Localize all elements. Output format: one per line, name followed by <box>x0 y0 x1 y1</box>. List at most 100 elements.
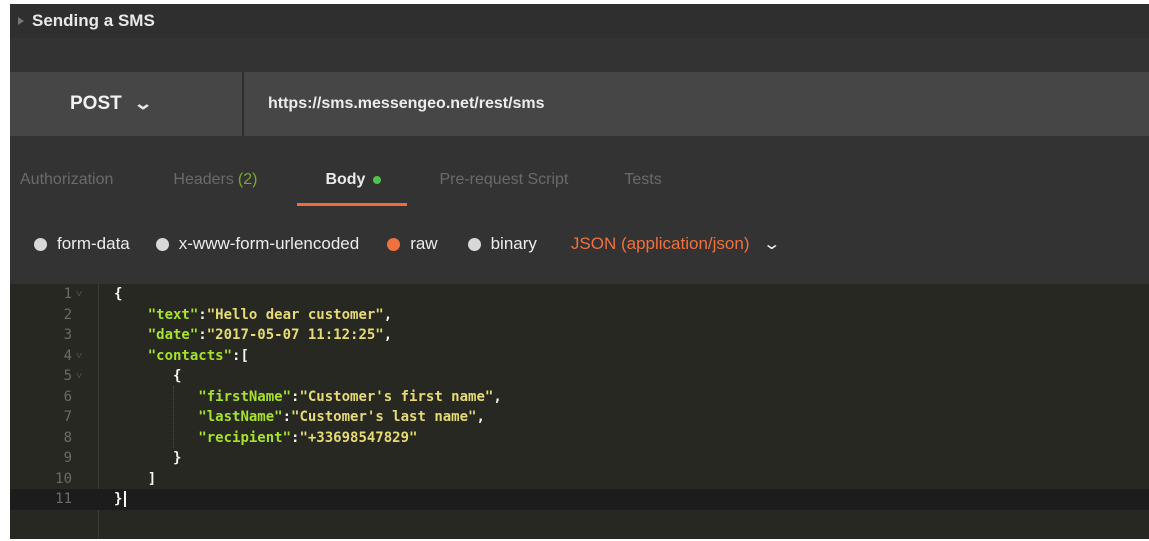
method-dropdown[interactable]: POST ⌄ <box>10 72 242 136</box>
tab-tests[interactable]: Tests <box>624 154 661 206</box>
line-number: 10 <box>55 470 72 487</box>
tab-authorization[interactable]: Authorization <box>20 154 113 206</box>
code-line: 9 } <box>10 448 1149 469</box>
json-punctuation: , <box>476 409 485 425</box>
code-text: "date":"2017-05-07 11:12:25", <box>114 325 392 346</box>
radio-raw[interactable]: raw <box>387 234 438 254</box>
json-key: "text" <box>147 306 199 323</box>
code-text: "contacts":[ <box>114 346 249 367</box>
code-text: { <box>114 284 122 305</box>
tab-pre-request-script[interactable]: Pre-request Script <box>439 154 568 206</box>
code-line: 11} <box>10 489 1149 510</box>
code-editor[interactable]: 1 ˅{2 "text":"Hello dear customer", 3 "dat… <box>10 284 1149 539</box>
json-punctuation: { <box>114 286 123 302</box>
json-punctuation: , <box>383 327 393 343</box>
code-text: } <box>114 448 181 469</box>
body-type-options: form-data x-www-form-urlencoded raw bina… <box>10 216 1149 272</box>
code-line: 6 "firstName":"Customer's first name", <box>10 387 1149 408</box>
code-text: } <box>114 489 127 510</box>
json-string: "Hello dear customer" <box>206 306 384 323</box>
radio-icon <box>467 237 481 251</box>
line-number: 5 <box>63 368 72 384</box>
chevron-down-icon: ⌄ <box>762 236 782 253</box>
json-key: "firstName" <box>198 388 292 405</box>
tab-label: Authorization <box>20 171 114 188</box>
json-punctuation: , <box>383 306 393 323</box>
json-string: "+33698547829" <box>299 429 418 446</box>
tab-headers[interactable]: Headers (2) <box>173 154 257 206</box>
fold-toggle-icon[interactable]: ˅ <box>76 366 82 387</box>
request-tabs: Authorization Headers (2) Body Pre-reque… <box>10 154 1149 206</box>
json-punctuation: : <box>282 409 292 425</box>
json-punctuation: : <box>198 306 207 323</box>
url-input[interactable]: https://sms.messengeo.net/rest/sms <box>244 72 1149 136</box>
line-number: 11 <box>55 491 72 507</box>
json-key: "recipient" <box>198 429 292 446</box>
radio-label: binary <box>490 234 537 253</box>
radio-icon <box>34 237 47 251</box>
line-number: 2 <box>63 306 72 323</box>
json-key: "date" <box>147 327 199 343</box>
json-key: "lastName" <box>198 409 283 425</box>
radio-label: form-data <box>57 234 130 253</box>
code-text: { <box>114 366 181 387</box>
code-line: 10 ] <box>10 469 1149 490</box>
json-key: "contacts" <box>147 347 233 364</box>
code-line: 7 "lastName":"Customer's last name", <box>10 407 1149 428</box>
request-title-bar[interactable]: Sending a SMS <box>10 4 1149 38</box>
code-line: 1 ˅ { <box>10 284 1149 305</box>
json-punctuation: } <box>114 491 123 507</box>
json-punctuation: { <box>173 368 182 384</box>
radio-icon <box>155 237 169 251</box>
tab-body[interactable]: Body <box>297 154 408 206</box>
line-number: 6 <box>63 388 72 405</box>
fold-toggle-icon[interactable]: ˅ <box>76 346 82 367</box>
line-number: 8 <box>63 429 72 446</box>
code-line: 5 ˅ { <box>10 366 1149 387</box>
tab-label: Tests <box>624 171 662 188</box>
radio-selected-icon <box>387 237 401 251</box>
line-number: 7 <box>63 409 72 425</box>
json-string: "2017-05-07 11:12:25" <box>206 327 384 343</box>
code-line: 8 "recipient":"+33698547829" <box>10 428 1149 449</box>
code-line: 3 "date":"2017-05-07 11:12:25", <box>10 325 1149 346</box>
fold-toggle-icon[interactable]: ˅ <box>76 284 82 305</box>
json-punctuation: : <box>198 327 207 343</box>
line-number: 3 <box>63 327 72 343</box>
postman-request-panel: Sending a SMS POST ⌄ https://sms.messeng… <box>10 4 1149 539</box>
method-label: POST <box>70 93 122 114</box>
expand-triangle-icon[interactable] <box>18 17 24 25</box>
request-title: Sending a SMS <box>32 11 155 30</box>
request-row: POST ⌄ https://sms.messengeo.net/rest/sm… <box>10 72 1149 136</box>
radio-form-data[interactable]: form-data <box>34 234 130 254</box>
code-line: 4 ˅ "contacts":[ <box>10 346 1149 367</box>
text-cursor <box>124 491 127 507</box>
radio-label: x-www-form-urlencoded <box>178 234 360 253</box>
json-punctuation: } <box>173 450 182 466</box>
code-lines: 1 ˅{2 "text":"Hello dear customer", 3 "dat… <box>10 284 1149 510</box>
indent-guide <box>173 386 174 448</box>
code-text: ] <box>114 469 156 490</box>
json-punctuation: ] <box>147 470 157 487</box>
format-label: JSON (application/json) <box>570 234 750 253</box>
tab-label: Headers <box>173 171 234 188</box>
line-number: 9 <box>63 450 72 466</box>
code-line: 2 "text":"Hello dear customer", <box>10 305 1149 326</box>
json-punctuation: , <box>493 388 502 405</box>
active-dot-icon <box>373 176 382 184</box>
json-string: "Customer's last name" <box>291 409 477 425</box>
json-string: "Customer's first name" <box>299 388 494 405</box>
tab-label: Body <box>325 171 366 188</box>
line-number: 4 <box>63 347 72 364</box>
chevron-down-icon: ⌄ <box>132 94 153 113</box>
radio-label: raw <box>410 234 438 253</box>
format-dropdown[interactable]: JSON (application/json) ⌄ <box>570 234 782 254</box>
line-number: 1 <box>63 286 72 302</box>
code-text: "lastName":"Customer's last name", <box>114 407 485 428</box>
headers-count-badge: (2) <box>237 171 258 188</box>
radio-binary[interactable]: binary <box>467 234 537 254</box>
radio-x-www-form-urlencoded[interactable]: x-www-form-urlencoded <box>155 234 360 254</box>
tab-label: Pre-request Script <box>439 171 569 188</box>
json-punctuation: :[ <box>232 347 249 364</box>
code-text: "text":"Hello dear customer", <box>114 305 392 326</box>
